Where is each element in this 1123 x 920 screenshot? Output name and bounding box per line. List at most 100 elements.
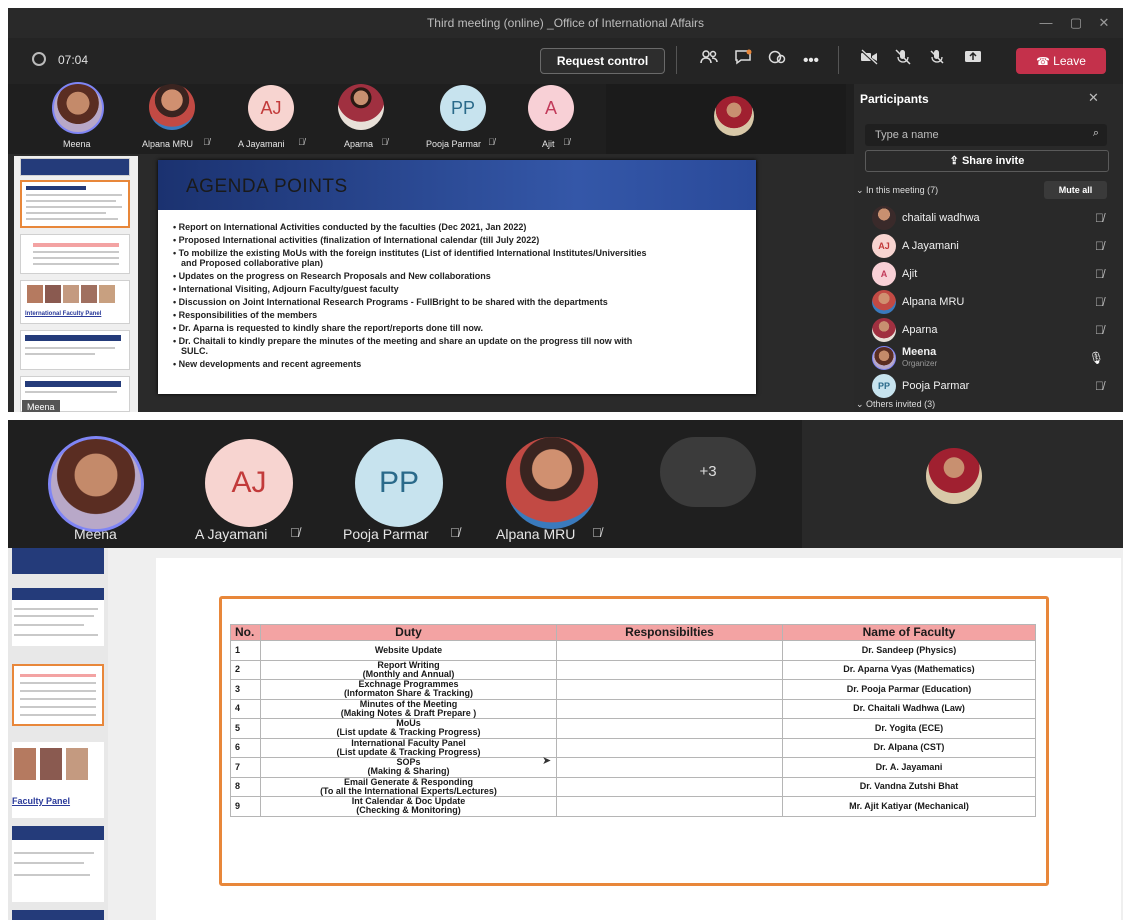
participant-row[interactable]: Meena Organizer 🎙	[864, 344, 1114, 372]
reactions-icon[interactable]	[764, 49, 790, 73]
mic-off-icon[interactable]	[890, 49, 916, 73]
agenda-item-continued: and Proposed collaborative plan)	[181, 258, 324, 268]
share-invite-button[interactable]: ⇪ Share invite	[865, 150, 1109, 172]
participant-row-name: Meena	[902, 346, 937, 358]
more-participants-button[interactable]: +3	[660, 437, 756, 507]
cell-no: 4	[230, 698, 261, 719]
participant-name: A Jayamani	[238, 139, 285, 149]
close-panel-icon[interactable]: ✕	[1088, 90, 1099, 106]
more-options-icon[interactable]: •••	[798, 49, 824, 73]
mic-muted-icon[interactable]	[924, 49, 950, 73]
cell-responsibilities	[556, 718, 783, 739]
share-icon: ⇪	[949, 155, 959, 167]
presenter-tag: Meena	[22, 400, 60, 412]
camera-off-icon[interactable]	[856, 49, 882, 73]
search-icon: ⌕	[1092, 127, 1099, 139]
mute-all-button[interactable]: Mute all	[1044, 181, 1107, 199]
share-invite-label: Share invite	[961, 155, 1025, 167]
avatar-alpana[interactable]	[506, 437, 598, 529]
slide-thumbnail-5[interactable]	[20, 330, 130, 370]
toolbar-divider-2	[838, 46, 839, 74]
mic-muted-icon: 🎙̸	[1095, 239, 1104, 253]
initials-avatar-pp[interactable]: PP	[355, 439, 443, 527]
col-header-no: No.	[230, 624, 261, 641]
initials-avatar-a[interactable]: A	[528, 85, 574, 131]
leave-label: Leave	[1053, 54, 1086, 68]
slide-title: AGENDA POINTS	[186, 176, 348, 197]
mic-muted-icon: 🎙̸	[450, 525, 460, 540]
participant-row[interactable]: AJ A Jayamani 🎙̸	[864, 232, 1114, 260]
table-row: 9 Int Calendar & Doc Update (Checking & M…	[230, 796, 1036, 817]
close-window-icon[interactable]: ✕	[1089, 8, 1119, 38]
self-view-avatar[interactable]	[926, 448, 982, 504]
cell-duty: SOPs (Making & Sharing)	[260, 757, 557, 778]
participant-name: Meena	[74, 526, 117, 542]
slide-thumbnail-2-selected[interactable]	[20, 180, 130, 228]
participant-search-input[interactable]: Type a name ⌕	[865, 124, 1107, 146]
maximize-icon[interactable]: ▢	[1061, 8, 1091, 38]
cell-faculty: Dr. Vandna Zutshi Bhat	[782, 776, 1036, 797]
cell-duty: MoUs (List update & Tracking Progress)	[260, 718, 557, 739]
initials-avatar-aj[interactable]: AJ	[248, 85, 294, 131]
table-row: 7 SOPs (Making & Sharing) Dr. A. Jayamani	[230, 757, 1036, 778]
participant-name: Aparna	[344, 139, 374, 149]
avatar-meena[interactable]	[52, 82, 104, 134]
initials-avatar-aj[interactable]: AJ	[205, 439, 293, 527]
slide-thumbnail-2[interactable]	[12, 588, 104, 646]
participant-name: Pooja Parmar	[343, 526, 429, 542]
window-title: Third meeting (online) _Office of Intern…	[426, 16, 705, 30]
cell-no: 1	[230, 640, 261, 661]
leave-button[interactable]: ☎ Leave	[1016, 48, 1106, 74]
table-header-row: No. Duty Responsibilties Name of Faculty	[230, 624, 1036, 641]
table-row: 3 Exchnage Programmes (Informaton Share &…	[230, 679, 1036, 700]
participant-row[interactable]: chaitali wadhwa 🎙̸	[864, 204, 1114, 232]
participant-row[interactable]: PP Pooja Parmar 🎙̸	[864, 372, 1114, 400]
slide-thumbnail-4[interactable]: International Faculty Panel	[20, 280, 130, 324]
mic-muted-icon: 🎙̸	[1095, 267, 1104, 281]
slide-thumbnail-5[interactable]	[12, 826, 104, 902]
agenda-item: • To mobilize the existing MoUs with the…	[173, 248, 647, 258]
slide-thumbnail-6[interactable]	[12, 910, 104, 920]
in-meeting-section-toggle[interactable]: ⌄ In this meeting (7)	[856, 185, 938, 196]
slide-thumbnail-4[interactable]: Faculty Panel	[12, 742, 104, 818]
slide-thumbnail-1[interactable]	[20, 158, 130, 176]
participant-row[interactable]: A Ajit 🎙̸	[864, 260, 1114, 288]
cell-faculty: Dr. Sandeep (Physics)	[782, 640, 1036, 661]
participant-row[interactable]: Alpana MRU 🎙̸	[864, 288, 1114, 316]
avatar-meena[interactable]	[48, 436, 144, 532]
cell-no: 2	[230, 659, 261, 680]
cell-faculty: Dr. Aparna Vyas (Mathematics)	[782, 659, 1036, 680]
participants-panel-title: Participants	[860, 92, 929, 106]
others-invited-toggle[interactable]: ⌄ Others invited (3)	[856, 399, 935, 410]
agenda-item: • Dr. Aparna is requested to kindly shar…	[173, 323, 484, 333]
participant-row-name: Alpana MRU	[902, 296, 965, 308]
people-icon[interactable]	[696, 49, 722, 73]
cell-faculty: Mr. Ajit Katiyar (Mechanical)	[782, 796, 1036, 817]
cell-duty: Int Calendar & Doc Update (Checking & Mon…	[260, 796, 557, 817]
cell-responsibilities	[556, 640, 783, 661]
avatar-alpana[interactable]	[149, 84, 195, 130]
slide-thumbnail-1[interactable]	[12, 548, 104, 574]
request-control-button[interactable]: Request control	[540, 48, 665, 74]
slide-thumbnail-3-selected[interactable]	[12, 664, 104, 726]
mic-muted-icon: 🎙̸	[1095, 323, 1104, 337]
participant-row-name: Pooja Parmar	[902, 380, 970, 392]
initials-avatar-pp[interactable]: PP	[440, 85, 486, 131]
chat-icon[interactable]	[730, 49, 756, 73]
table-row: 8 Email Generate & Responding (To all the…	[230, 776, 1036, 797]
cell-responsibilities	[556, 679, 783, 700]
minimize-icon[interactable]: —	[1031, 8, 1061, 38]
cell-duty: International Faculty Panel (List update …	[260, 737, 557, 758]
mic-muted-icon: 🎙̸	[592, 525, 602, 540]
mic-muted-icon: 🎙̸	[298, 137, 305, 147]
search-placeholder: Type a name	[875, 129, 939, 141]
avatar-aparna[interactable]	[338, 84, 384, 130]
participant-row[interactable]: Aparna 🎙̸	[864, 316, 1114, 344]
self-view-avatar[interactable]	[714, 96, 754, 136]
participant-name: Meena	[63, 139, 91, 149]
slide-thumbnail-3[interactable]	[20, 234, 130, 274]
share-screen-icon[interactable]	[960, 49, 986, 73]
col-header-duty: Duty	[260, 624, 557, 641]
cell-no: 7	[230, 757, 261, 778]
agenda-item: • Proposed International activities (fin…	[173, 235, 540, 245]
